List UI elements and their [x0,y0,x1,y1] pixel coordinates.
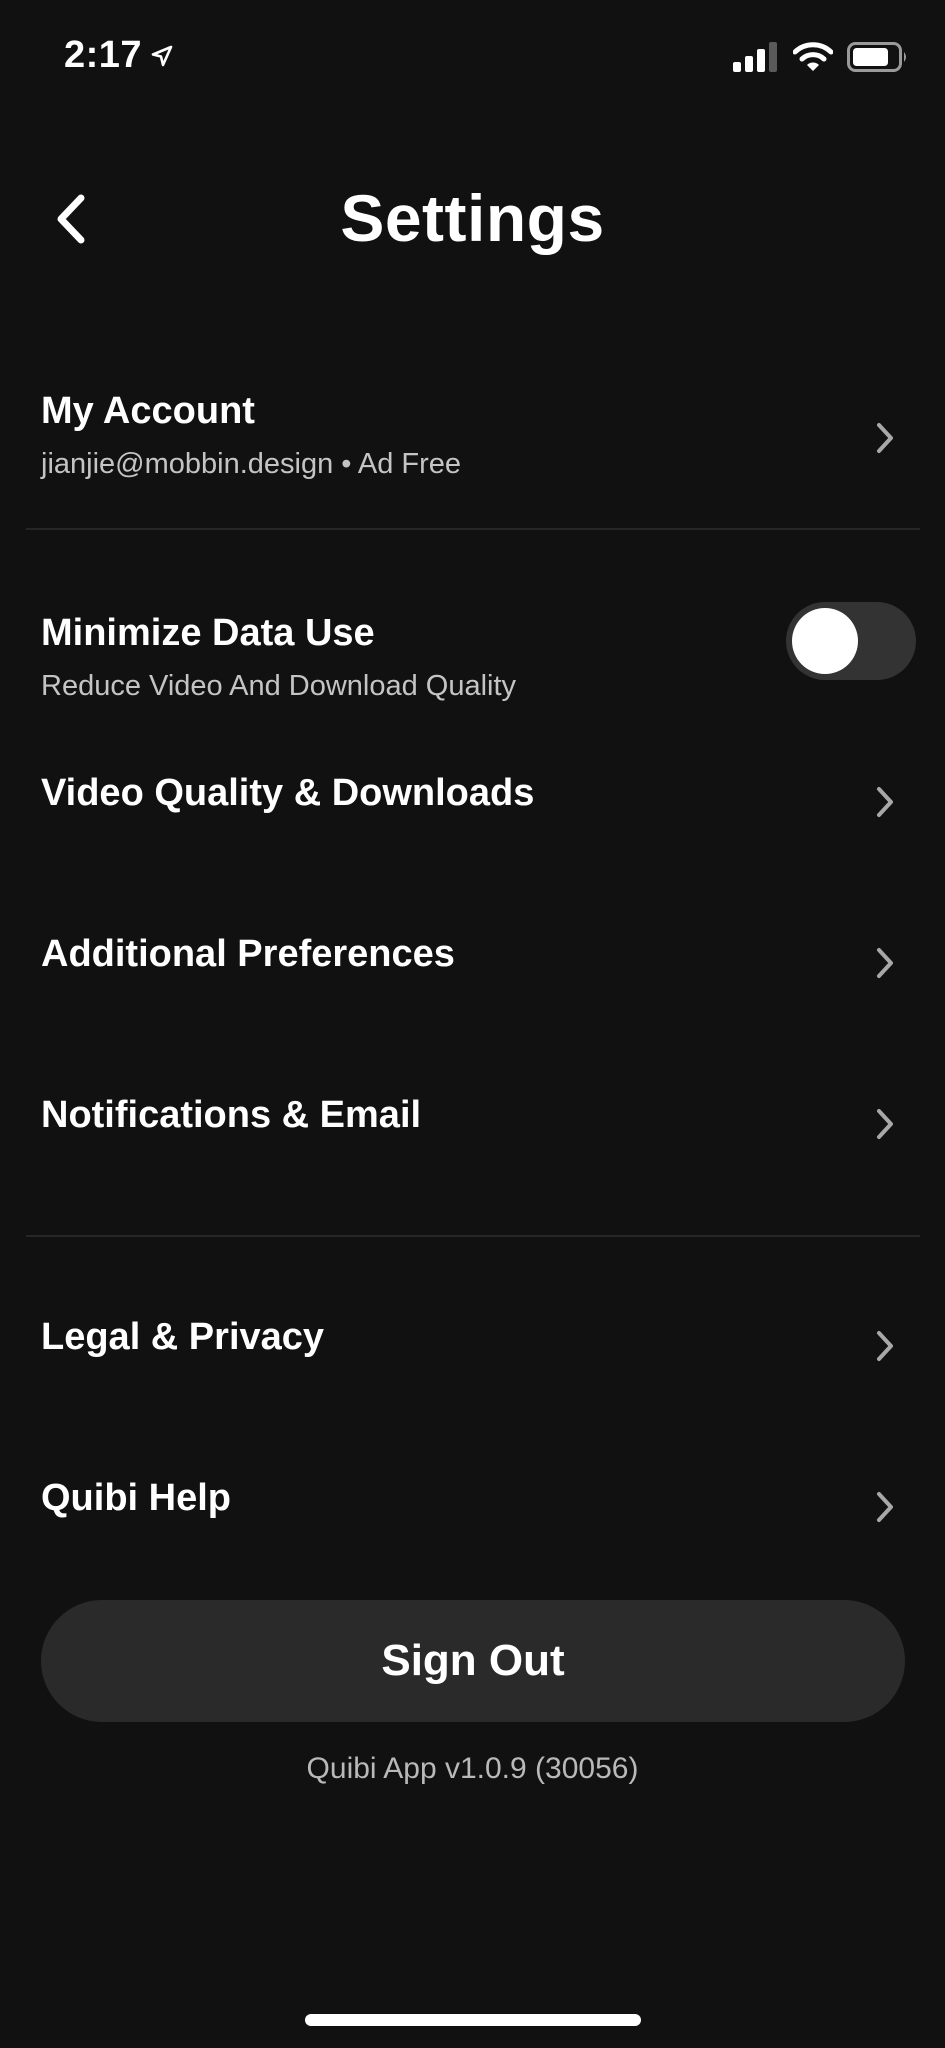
divider [26,528,920,530]
location-arrow-icon [150,44,174,68]
additional-preferences-row[interactable]: Additional Preferences [0,921,945,1031]
chevron-right-icon [872,418,898,458]
chevron-right-icon [872,782,898,822]
video-quality-title: Video Quality & Downloads [41,772,535,814]
legal-privacy-title: Legal & Privacy [41,1316,325,1358]
chevron-right-icon [872,1326,898,1366]
quibi-help-row[interactable]: Quibi Help [0,1465,945,1575]
chevron-right-icon [872,943,898,983]
status-bar: 2:17 [0,0,945,120]
my-account-row[interactable]: My Account jianjie@mobbin.design • Ad Fr… [0,370,945,510]
home-indicator [305,2014,641,2026]
my-account-subtitle: jianjie@mobbin.design • Ad Free [41,448,462,480]
chevron-right-icon [872,1487,898,1527]
notifications-row[interactable]: Notifications & Email [0,1082,945,1192]
minimize-data-subtitle: Reduce Video And Download Quality [41,670,517,702]
minimize-data-title: Minimize Data Use [41,612,375,654]
battery-icon [847,42,909,72]
minimize-data-toggle[interactable] [786,602,916,680]
toggle-knob [792,608,858,674]
cellular-signal-icon [733,42,779,72]
divider [26,1235,920,1237]
page-title: Settings [340,181,605,255]
wifi-icon [793,42,833,72]
video-quality-row[interactable]: Video Quality & Downloads [0,760,945,870]
status-icons [733,42,909,72]
chevron-right-icon [872,1104,898,1144]
header: Settings [0,160,945,280]
notifications-title: Notifications & Email [41,1094,422,1136]
additional-preferences-title: Additional Preferences [41,933,455,975]
sign-out-button[interactable]: Sign Out [41,1600,905,1722]
my-account-title: My Account [41,390,255,432]
status-time-text: 2:17 [64,34,143,76]
status-time: 2:17 [64,34,174,77]
quibi-help-title: Quibi Help [41,1477,231,1519]
app-version: Quibi App v1.0.9 (30056) [306,1752,639,1785]
legal-privacy-row[interactable]: Legal & Privacy [0,1304,945,1414]
